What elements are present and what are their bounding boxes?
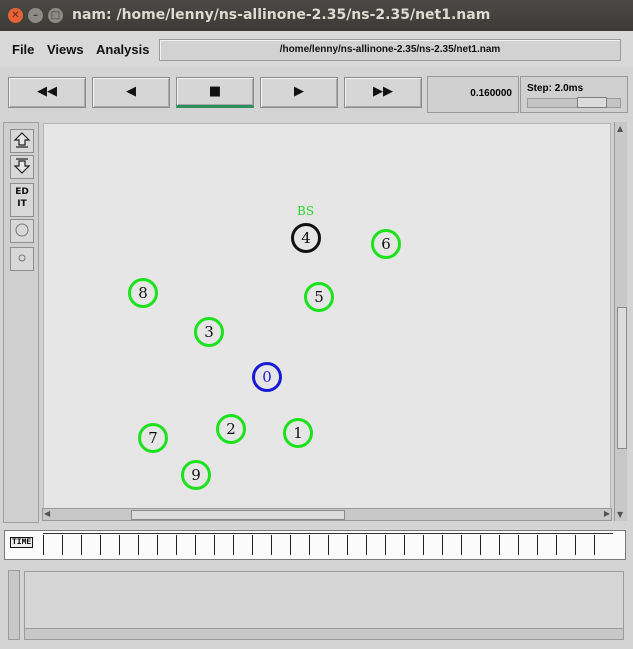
- node-5[interactable]: 5: [304, 282, 334, 312]
- close-window-button[interactable]: ✕: [8, 8, 23, 23]
- scroll-up-icon[interactable]: ▲: [617, 124, 623, 133]
- scroll-left-icon[interactable]: ◀: [44, 509, 50, 518]
- canvas-vertical-scrollbar[interactable]: ▲ ▼: [614, 122, 627, 521]
- menu-views[interactable]: Views: [47, 42, 84, 57]
- node-6[interactable]: 6: [371, 229, 401, 259]
- timeline[interactable]: TIME: [4, 530, 626, 560]
- step-slider-thumb[interactable]: [577, 97, 607, 108]
- canvas-hscroll-thumb[interactable]: [131, 510, 345, 520]
- node-7[interactable]: 7: [138, 423, 168, 453]
- node-3[interactable]: 3: [194, 317, 224, 347]
- annotation-panel: [24, 571, 624, 629]
- large-node-icon[interactable]: [10, 219, 34, 243]
- stop-button[interactable]: ■: [176, 77, 254, 108]
- fast-forward-button[interactable]: ▶▶: [344, 77, 422, 108]
- network-canvas[interactable]: [43, 123, 611, 509]
- node-9[interactable]: 9: [181, 460, 211, 490]
- minimize-window-button[interactable]: –: [28, 8, 43, 23]
- maximize-window-button[interactable]: □: [48, 8, 63, 23]
- node-4[interactable]: 4: [291, 223, 321, 253]
- bottom-horizontal-scrollbar[interactable]: [24, 628, 624, 640]
- step-control: Step: 2.0ms: [520, 76, 628, 113]
- timeline-label: TIME: [10, 537, 34, 548]
- menu-analysis[interactable]: Analysis: [96, 42, 149, 57]
- edit-toolbar: ED IT: [3, 122, 39, 523]
- zoom-out-icon[interactable]: [10, 155, 34, 179]
- canvas-horizontal-scrollbar[interactable]: ◀ ▶: [42, 508, 612, 521]
- node-0[interactable]: 0: [252, 362, 282, 392]
- canvas-vscroll-thumb[interactable]: [617, 307, 627, 449]
- node-8[interactable]: 8: [128, 278, 158, 308]
- scroll-right-icon[interactable]: ▶: [604, 509, 610, 518]
- window-title: nam: /home/lenny/ns-allinone-2.35/ns-2.3…: [72, 7, 491, 23]
- step-label: Step: 2.0ms: [527, 83, 584, 94]
- bottom-vertical-scrollbar[interactable]: [8, 570, 20, 640]
- edit-tool-button[interactable]: ED IT: [10, 183, 34, 217]
- time-display: 0.160000: [427, 76, 519, 113]
- play-button[interactable]: ▶: [260, 77, 338, 108]
- file-path-display: /home/lenny/ns-allinone-2.35/ns-2.35/net…: [159, 39, 621, 61]
- timeline-ticks: [43, 535, 603, 555]
- small-node-icon[interactable]: [10, 247, 34, 271]
- step-back-button[interactable]: ◀: [92, 77, 170, 108]
- time-value: 0.160000: [470, 88, 512, 99]
- title-bar: ✕ – □ nam: /home/lenny/ns-allinone-2.35/…: [0, 0, 633, 31]
- bs-label: BS: [297, 204, 315, 218]
- rewind-button[interactable]: ◀◀: [8, 77, 86, 108]
- timeline-axis: [43, 533, 613, 534]
- node-2[interactable]: 2: [216, 414, 246, 444]
- node-1[interactable]: 1: [283, 418, 313, 448]
- menu-file[interactable]: File: [12, 42, 34, 57]
- zoom-in-icon[interactable]: [10, 129, 34, 153]
- scroll-down-icon[interactable]: ▼: [617, 510, 623, 519]
